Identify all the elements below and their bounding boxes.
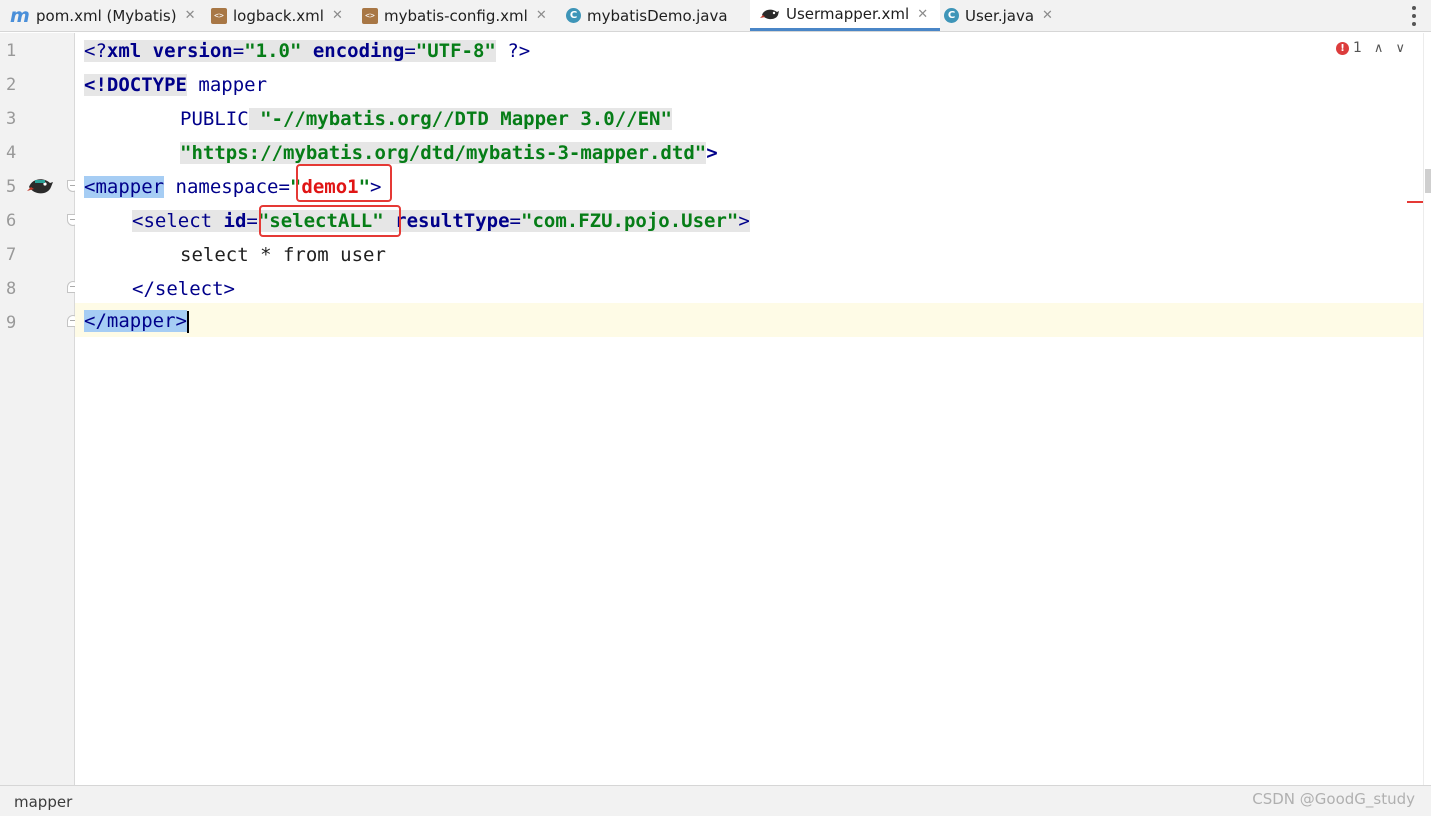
code-editor[interactable]: <?xml version="1.0" encoding="UTF-8" ?> … — [75, 33, 1423, 785]
close-icon[interactable]: ✕ — [332, 8, 343, 23]
tab-label: User.java — [965, 6, 1035, 25]
code-line-2: <!DOCTYPE mapper — [84, 74, 268, 96]
tab-mybatisdemo-java[interactable]: C mybatisDemo.java — [566, 0, 728, 31]
namespace-highlight-box — [296, 164, 392, 202]
editor-gutter: 1 2 3 4 5 6 7 8 9 💡 — [0, 33, 110, 785]
code-line-6: <select id="selectALL" resultType="com.F… — [132, 210, 750, 232]
error-count: 1 — [1353, 40, 1362, 56]
tab-pom-xml[interactable]: m pom.xml (Mybatis) ✕ — [10, 0, 196, 31]
close-icon[interactable]: ✕ — [185, 8, 196, 23]
code-line-7: select * from user — [180, 244, 386, 266]
tab-label: mybatis-config.xml — [384, 6, 528, 25]
breadcrumb[interactable]: mapper — [14, 793, 72, 811]
code-line-3: PUBLIC "-//mybatis.org//DTD Mapper 3.0//… — [180, 108, 672, 130]
xml-file-icon: <> — [362, 7, 378, 24]
more-tabs-icon[interactable] — [1411, 6, 1417, 26]
mybatis-navigation-icon[interactable] — [27, 174, 53, 198]
line-number: 5 — [6, 177, 17, 197]
error-icon: ! — [1336, 41, 1349, 55]
editor-tab-bar: m pom.xml (Mybatis) ✕ <> logback.xml ✕ <… — [0, 0, 1431, 32]
line-number: 8 — [6, 279, 17, 299]
close-icon[interactable]: ✕ — [917, 7, 928, 22]
error-stripe-marker[interactable] — [1407, 201, 1423, 203]
vertical-scrollbar[interactable] — [1423, 33, 1431, 785]
tab-user-java[interactable]: C User.java ✕ — [944, 0, 1053, 31]
code-line-8: </select> — [132, 278, 235, 300]
java-class-icon: C — [944, 8, 959, 23]
next-highlight-icon[interactable]: ∨ — [1395, 41, 1405, 56]
select-id-highlight-box — [259, 205, 401, 237]
inspection-widget[interactable]: ! 1 ∧ ∨ — [1336, 40, 1405, 56]
current-line-highlight — [75, 303, 1423, 337]
code-line-4: "https://mybatis.org/dtd/mybatis-3-mappe… — [180, 142, 718, 164]
tab-logback-xml[interactable]: <> logback.xml ✕ — [211, 0, 343, 31]
close-icon[interactable]: ✕ — [1042, 8, 1053, 23]
line-number: 9 — [6, 313, 17, 333]
line-number: 4 — [6, 143, 17, 163]
tab-mybatis-config-xml[interactable]: <> mybatis-config.xml ✕ — [362, 0, 547, 31]
text-caret — [186, 310, 189, 333]
maven-icon: m — [10, 4, 30, 27]
watermark: CSDN @GoodG_study — [1252, 790, 1415, 808]
close-icon[interactable]: ✕ — [536, 8, 547, 23]
line-number: 2 — [6, 75, 17, 95]
code-line-9: </mapper> — [84, 310, 189, 333]
line-number: 6 — [6, 211, 17, 231]
line-number: 3 — [6, 109, 17, 129]
java-class-icon: C — [566, 8, 581, 23]
tab-usermapper-xml[interactable]: Usermapper.xml ✕ — [750, 0, 941, 31]
scrollbar-thumb[interactable] — [1425, 169, 1431, 193]
line-number: 1 — [6, 41, 17, 61]
mybatis-icon — [760, 9, 779, 20]
line-number: 7 — [6, 245, 17, 265]
tab-label: Usermapper.xml — [786, 5, 910, 23]
status-bar: mapper CSDN @GoodG_study — [0, 785, 1431, 816]
code-line-1: <?xml version="1.0" encoding="UTF-8" ?> — [84, 40, 531, 62]
tab-label: logback.xml — [233, 6, 324, 25]
tab-label: mybatisDemo.java — [587, 6, 728, 25]
xml-file-icon: <> — [211, 7, 227, 24]
tab-label: pom.xml (Mybatis) — [36, 6, 177, 25]
previous-highlight-icon[interactable]: ∧ — [1374, 41, 1384, 56]
